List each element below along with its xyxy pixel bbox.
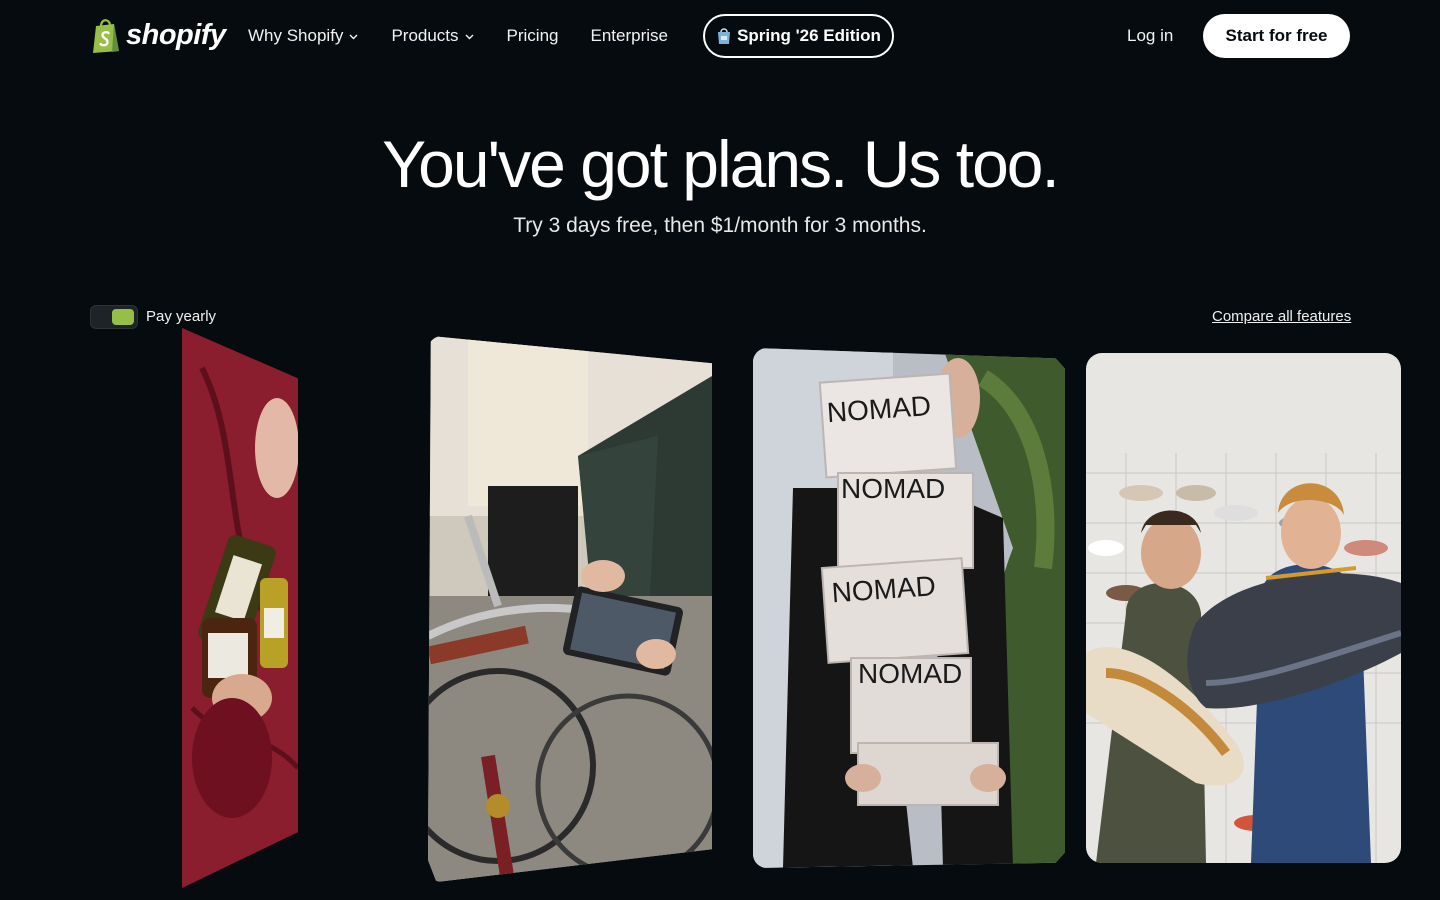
chevron-down-icon: [349, 34, 358, 39]
site-header: shopify Why Shopify Products Pricing Ent…: [0, 0, 1440, 72]
chevron-down-icon: [465, 34, 474, 39]
start-for-free-button[interactable]: Start for free: [1203, 14, 1350, 58]
box-label: NOMAD: [858, 658, 962, 689]
compare-all-features-link[interactable]: Compare all features: [1212, 308, 1351, 325]
main-nav: Why Shopify Products Pricing Enterprise: [248, 0, 700, 72]
spring-edition-label: Spring '26 Edition: [737, 26, 881, 45]
nav-pricing-label: Pricing: [506, 26, 559, 45]
nav-products-label: Products: [391, 26, 459, 45]
login-link[interactable]: Log in: [1127, 26, 1173, 46]
nav-enterprise[interactable]: Enterprise: [591, 26, 668, 46]
shopify-bag-icon: [93, 19, 119, 53]
nav-enterprise-label: Enterprise: [590, 26, 668, 45]
jars-illustration: [182, 328, 298, 888]
page-subtitle: Try 3 days free, then $1/month for 3 mon…: [513, 214, 927, 237]
page-title: You've got plans. Us too.: [382, 127, 1060, 201]
pay-yearly-label: Pay yearly: [146, 308, 217, 325]
merchant-photo-sneakers: [1086, 353, 1401, 863]
toggle-knob: [112, 309, 134, 325]
shopify-logo[interactable]: shopify: [90, 16, 226, 54]
merchant-photo-nomad: NOMAD NOMAD NOMAD NOMAD: [753, 348, 1065, 868]
bike-illustration: [428, 336, 712, 882]
pay-yearly-toggle[interactable]: [90, 305, 138, 329]
nav-why-shopify[interactable]: Why Shopify: [248, 26, 359, 46]
nav-why-shopify-label: Why Shopify: [248, 26, 344, 45]
shopping-bag-icon: [718, 28, 731, 44]
nav-pricing[interactable]: Pricing: [507, 26, 559, 46]
nomad-boxes-illustration: NOMAD NOMAD NOMAD NOMAD: [753, 348, 1065, 868]
merchant-photo-jars: [182, 328, 298, 888]
merchant-photo-bike: [428, 336, 712, 882]
logo-wordmark: shopify: [126, 19, 226, 51]
nav-products[interactable]: Products: [391, 26, 474, 46]
spring-edition-button[interactable]: Spring '26 Edition: [703, 14, 894, 58]
sneakers-illustration: [1086, 353, 1401, 863]
pricing-page: shopify Why Shopify Products Pricing Ent…: [0, 0, 1440, 900]
box-label: NOMAD: [841, 473, 945, 504]
